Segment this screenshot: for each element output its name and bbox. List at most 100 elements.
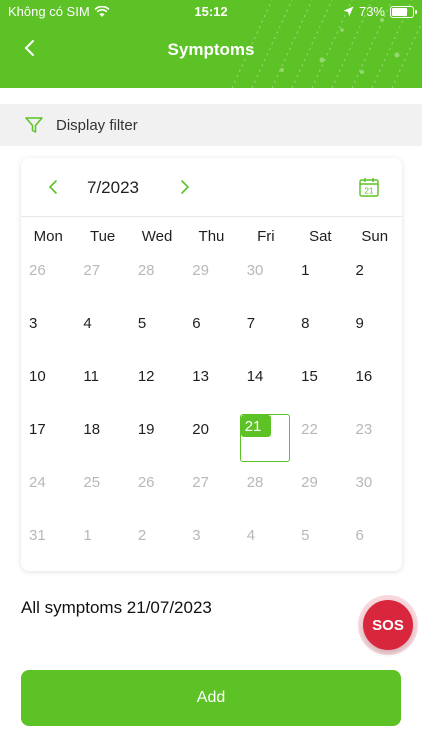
chevron-left-icon	[48, 180, 57, 194]
calendar-day[interactable]: 5	[130, 305, 184, 358]
calendar-day[interactable]: 13	[184, 358, 238, 411]
calendar-week-row: 24 25 26 27 28 29 30	[21, 464, 402, 517]
calendar-day-number: 5	[137, 315, 147, 332]
calendar-day[interactable]: 6	[348, 517, 402, 570]
calendar-day-number: 26	[137, 474, 155, 491]
calendar-day[interactable]: 23	[348, 411, 402, 464]
calendar-day-number: 1	[83, 527, 92, 544]
calendar-day[interactable]: 22	[293, 411, 347, 464]
weekday-label: Thu	[198, 228, 225, 245]
calendar-day-number: 3	[29, 315, 38, 332]
calendar-day[interactable]: 28	[130, 252, 184, 305]
calendar-day[interactable]: 9	[348, 305, 402, 358]
calendar-day[interactable]: 6	[184, 305, 238, 358]
calendar-day[interactable]: 15	[293, 358, 347, 411]
calendar-day[interactable]: 4	[239, 517, 293, 570]
calendar-day-number: 8	[301, 315, 310, 332]
calendar-day[interactable]: 5	[293, 517, 347, 570]
weekday-label: Tue	[89, 228, 116, 245]
calendar-day-selected[interactable]: 21	[239, 411, 293, 464]
calendar-day[interactable]: 27	[75, 252, 129, 305]
calendar-day-number: 16	[355, 368, 373, 385]
calendar-icon-day: 21	[365, 187, 374, 196]
next-month-button[interactable]	[175, 178, 193, 196]
calendar-day-number: 4	[246, 527, 256, 544]
calendar-day[interactable]: 18	[75, 411, 129, 464]
calendar-day-number: 14	[246, 368, 264, 385]
sos-label: SOS	[372, 616, 404, 634]
calendar-day-number: 22	[301, 421, 318, 438]
calendar-week-row: 26 27 28 29 30 1 2	[21, 252, 402, 305]
calendar-day[interactable]: 19	[130, 411, 184, 464]
calendar-day[interactable]: 25	[75, 464, 129, 517]
calendar-day[interactable]: 10	[21, 358, 75, 411]
calendar-day-number: 25	[83, 474, 101, 491]
calendar-day[interactable]: 30	[239, 252, 293, 305]
calendar-day[interactable]: 24	[21, 464, 75, 517]
app-header: Không có SIM 15:12 73% Symptoms	[0, 0, 422, 88]
calendar-day[interactable]: 1	[75, 517, 129, 570]
calendar-day-number: 29	[192, 262, 209, 279]
calendar-nav: 7/2023 21	[21, 158, 402, 216]
calendar-day-number: 28	[137, 262, 155, 279]
calendar-day-number: 27	[192, 474, 209, 491]
filter-label: Display filter	[56, 116, 138, 134]
calendar-day-number: 20	[192, 421, 209, 438]
calendar-day-number: 13	[192, 368, 209, 385]
calendar-day-number: 9	[355, 315, 364, 332]
add-button[interactable]: Add	[21, 670, 401, 726]
display-filter-button[interactable]: Display filter	[0, 104, 422, 146]
calendar-day[interactable]: 7	[239, 305, 293, 358]
calendar-day-number: 4	[83, 315, 92, 332]
calendar-day[interactable]: 16	[348, 358, 402, 411]
calendar-day-number: 17	[29, 421, 46, 438]
battery-percent: 73%	[358, 4, 385, 19]
calendar-day[interactable]: 2	[130, 517, 184, 570]
page-title: Symptoms	[167, 40, 255, 59]
calendar-day-number: 12	[137, 368, 155, 385]
calendar-day-number: 30	[246, 262, 264, 279]
weekday-label: Wed	[141, 228, 173, 245]
calendar-day-number: 28	[246, 474, 264, 491]
calendar-day[interactable]: 31	[21, 517, 75, 570]
calendar-day-number: 30	[355, 474, 373, 491]
calendar-day[interactable]: 29	[184, 252, 238, 305]
calendar-day[interactable]: 14	[239, 358, 293, 411]
weekday-label: Mon	[33, 228, 63, 245]
calendar-day[interactable]: 3	[184, 517, 238, 570]
weekday-header: Mon Tue Wed Thu Fri Sat Sun	[21, 228, 402, 245]
calendar-icon[interactable]: 21	[358, 176, 380, 198]
calendar-week-row: 31 1 2 3 4 5 6	[21, 517, 402, 570]
calendar-day[interactable]: 17	[21, 411, 75, 464]
calendar-day[interactable]: 4	[75, 305, 129, 358]
calendar-day-number: 23	[355, 421, 373, 438]
calendar-day[interactable]: 12	[130, 358, 184, 411]
calendar-day[interactable]: 20	[184, 411, 238, 464]
calendar-day-number: 10	[29, 368, 46, 385]
calendar-day[interactable]: 27	[184, 464, 238, 517]
calendar-day-number: 6	[355, 527, 364, 544]
calendar-day-number: 21	[244, 418, 262, 435]
sos-button[interactable]: SOS	[363, 600, 413, 650]
calendar-day-number: 26	[29, 262, 46, 279]
calendar-day-number: 2	[355, 262, 364, 279]
calendar-day[interactable]: 26	[130, 464, 184, 517]
calendar-day[interactable]: 11	[75, 358, 129, 411]
calendar-day-number: 15	[301, 368, 318, 385]
calendar-day-number: 29	[301, 474, 318, 491]
calendar-day[interactable]: 8	[293, 305, 347, 358]
battery-icon	[390, 5, 417, 18]
calendar-day[interactable]: 30	[348, 464, 402, 517]
calendar-day[interactable]: 1	[293, 252, 347, 305]
calendar-day[interactable]: 26	[21, 252, 75, 305]
calendar-day[interactable]: 28	[239, 464, 293, 517]
calendar-card: 7/2023 21 Mon Tue Wed Thu Fri Sat Sun 26 27 28 29…	[21, 158, 402, 571]
calendar-day-number: 31	[29, 527, 46, 544]
calendar-day[interactable]: 3	[21, 305, 75, 358]
calendar-day-number: 1	[301, 262, 310, 279]
prev-month-button[interactable]	[45, 178, 63, 196]
calendar-day[interactable]: 2	[348, 252, 402, 305]
calendar-day[interactable]: 29	[293, 464, 347, 517]
status-bar: Không có SIM 15:12 73%	[0, 0, 422, 24]
calendar-week-row: 10 11 12 13 14 15 16	[21, 358, 402, 411]
